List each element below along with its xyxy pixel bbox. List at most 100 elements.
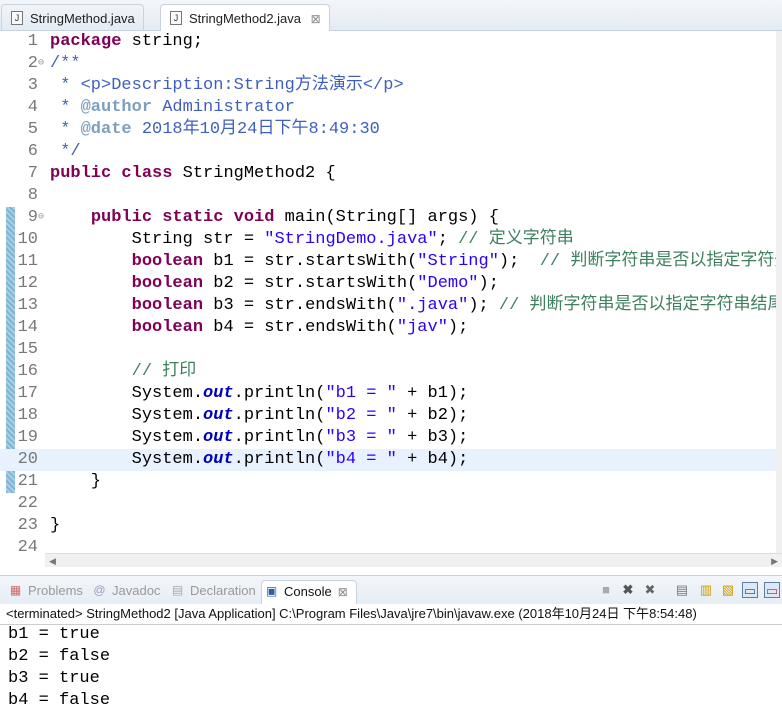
problems-icon: ▦ xyxy=(9,583,22,597)
code-line[interactable]: 15 xyxy=(0,339,782,361)
code-text: boolean b4 = str.endsWith("jav"); xyxy=(50,317,469,339)
show-console-on-output-icon[interactable]: ▭ xyxy=(742,582,758,598)
tab-label: Declaration xyxy=(190,583,256,598)
divider xyxy=(0,624,782,625)
view-tab-bar: ▦ Problems @ Javadoc ▤ Declaration ▣ Console… xyxy=(0,576,782,604)
line-number: 22 xyxy=(17,494,38,513)
scroll-right-icon[interactable]: ▶ xyxy=(771,554,778,568)
code-text: String str = "StringDemo.java"; // 定义字符串 xyxy=(50,229,574,251)
code-line[interactable]: 23} xyxy=(0,515,782,537)
line-number: 5 xyxy=(27,120,38,139)
code-line[interactable]: 4 * @author Administrator xyxy=(0,97,782,119)
code-line[interactable]: 10 String str = "StringDemo.java"; // 定义… xyxy=(0,229,782,251)
code-line[interactable]: 9 ⊖ public static void main(String[] args… xyxy=(0,207,782,229)
code-line[interactable]: 14 boolean b4 = str.endsWith("jav"); xyxy=(0,317,782,339)
line-number: 7 xyxy=(27,164,38,183)
close-icon[interactable]: ⊠ xyxy=(338,585,348,599)
code-line[interactable]: 17 System.out.println("b1 = " + b1); xyxy=(0,383,782,405)
code-token: .println( xyxy=(233,450,326,469)
code-token: @author xyxy=(80,98,153,117)
code-line[interactable]: 20 System.out.println("b4 = " + b4); xyxy=(0,449,782,471)
remove-all-terminated-icon[interactable]: ✖ xyxy=(642,582,658,598)
line-number: 16 xyxy=(17,362,38,381)
code-token: /** xyxy=(50,54,81,73)
clear-console-icon[interactable]: ▤ xyxy=(674,582,690,598)
line-number: 14 xyxy=(17,318,38,337)
code-line[interactable]: 18 System.out.println("b2 = " + b2); xyxy=(0,405,782,427)
tab-label: Problems xyxy=(28,583,83,598)
scroll-left-icon[interactable]: ◀ xyxy=(49,554,56,568)
code-line[interactable]: 13 boolean b3 = str.endsWith(".java"); /… xyxy=(0,295,782,317)
code-editor[interactable]: 1 package string; 2 ⊖/** 3 * <p>Description:… xyxy=(0,31,782,553)
code-token: out xyxy=(203,384,234,403)
console-icon: ▣ xyxy=(265,584,278,598)
code-text: System.out.println("b1 = " + b1); xyxy=(50,383,469,405)
code-token: } xyxy=(50,472,102,491)
code-token: "b4 = " xyxy=(325,450,397,469)
code-token: System. xyxy=(50,450,204,469)
code-line[interactable]: 3 * <p>Description:String方法演示</p> xyxy=(0,75,782,97)
line-number: 15 xyxy=(17,340,38,359)
scroll-lock-icon[interactable]: ▥ xyxy=(698,582,714,598)
tab-label: StringMethod2.java xyxy=(189,11,302,26)
code-token: */ xyxy=(50,142,81,161)
console-output-line: b4 = false xyxy=(8,691,111,710)
code-line[interactable]: 19 System.out.println("b3 = " + b3); xyxy=(0,427,782,449)
code-text: package string; xyxy=(50,31,203,53)
fold-toggle-icon[interactable]: ⊖ xyxy=(38,53,44,75)
code-text: } xyxy=(50,515,60,537)
line-number: 11 xyxy=(17,252,38,271)
code-token: b1 = str.startsWith( xyxy=(203,252,418,271)
code-line[interactable]: 1 package string; xyxy=(0,31,782,53)
tab-stringmethod2-java[interactable]: J StringMethod2.java ⊠ xyxy=(160,4,330,32)
tab-stringmethod-java[interactable]: J StringMethod.java xyxy=(1,4,144,31)
fold-toggle-icon[interactable]: ⊖ xyxy=(38,207,44,229)
code-line[interactable]: 6 */ xyxy=(0,141,782,163)
javadoc-icon: @ xyxy=(93,583,106,597)
code-token: ); xyxy=(478,274,499,293)
code-token: 2018年10月24日下午8:49:30 xyxy=(131,120,380,139)
code-token: out xyxy=(203,428,234,447)
code-token: out xyxy=(203,450,234,469)
tab-problems[interactable]: ▦ Problems xyxy=(6,580,83,602)
tab-declaration[interactable]: ▤ Declaration xyxy=(168,580,256,602)
code-line[interactable]: 16 // 打印 xyxy=(0,361,782,383)
code-line[interactable]: 22 xyxy=(0,493,782,515)
code-text: boolean b1 = str.startsWith("String"); /… xyxy=(50,251,782,273)
line-number: 6 xyxy=(27,142,38,161)
code-line[interactable]: 21 } xyxy=(0,471,782,493)
code-token: static xyxy=(162,208,224,227)
code-line[interactable]: 2 ⊖ /** xyxy=(0,53,782,75)
horizontal-scrollbar[interactable]: ◀ ▶ xyxy=(45,553,782,567)
process-status: <terminated> StringMethod2 [Java Applica… xyxy=(6,606,697,621)
line-number: 3 xyxy=(27,76,38,95)
code-line[interactable]: 5 * @date 2018年10月24日下午8:49:30 xyxy=(0,119,782,141)
remove-launch-icon[interactable]: ✖ xyxy=(620,582,636,598)
code-token: ); xyxy=(447,318,469,337)
code-line[interactable]: 7 public class StringMethod2 { xyxy=(0,163,782,185)
code-line[interactable]: 8 xyxy=(0,185,782,207)
show-console-on-error-icon[interactable]: ▭ xyxy=(764,582,780,598)
code-line[interactable]: 24 xyxy=(0,537,782,553)
tab-label: StringMethod.java xyxy=(30,11,135,26)
close-icon[interactable]: ⊠ xyxy=(311,12,321,26)
code-token: "Demo" xyxy=(417,274,479,293)
code-text: boolean b2 = str.startsWith("Demo"); xyxy=(50,273,499,295)
word-wrap-icon[interactable]: ▧ xyxy=(720,582,736,598)
tab-console[interactable]: ▣ Console ⊠ xyxy=(261,580,357,604)
code-text: System.out.println("b4 = " + b4); xyxy=(50,449,469,471)
code-text: System.out.println("b3 = " + b3); xyxy=(50,427,469,449)
tab-javadoc[interactable]: @ Javadoc xyxy=(90,580,160,602)
code-line[interactable]: 12 boolean b2 = str.startsWith("Demo"); xyxy=(0,273,782,295)
terminate-icon[interactable]: ■ xyxy=(598,582,614,598)
code-token: b4 = str.endsWith( xyxy=(203,318,397,337)
code-line[interactable]: 11 boolean b1 = str.startsWith("String")… xyxy=(0,251,782,273)
code-token: "StringDemo.java" xyxy=(264,230,438,249)
code-token: boolean xyxy=(131,274,204,293)
code-token: public xyxy=(50,164,112,183)
vertical-scrollbar[interactable] xyxy=(776,31,782,553)
